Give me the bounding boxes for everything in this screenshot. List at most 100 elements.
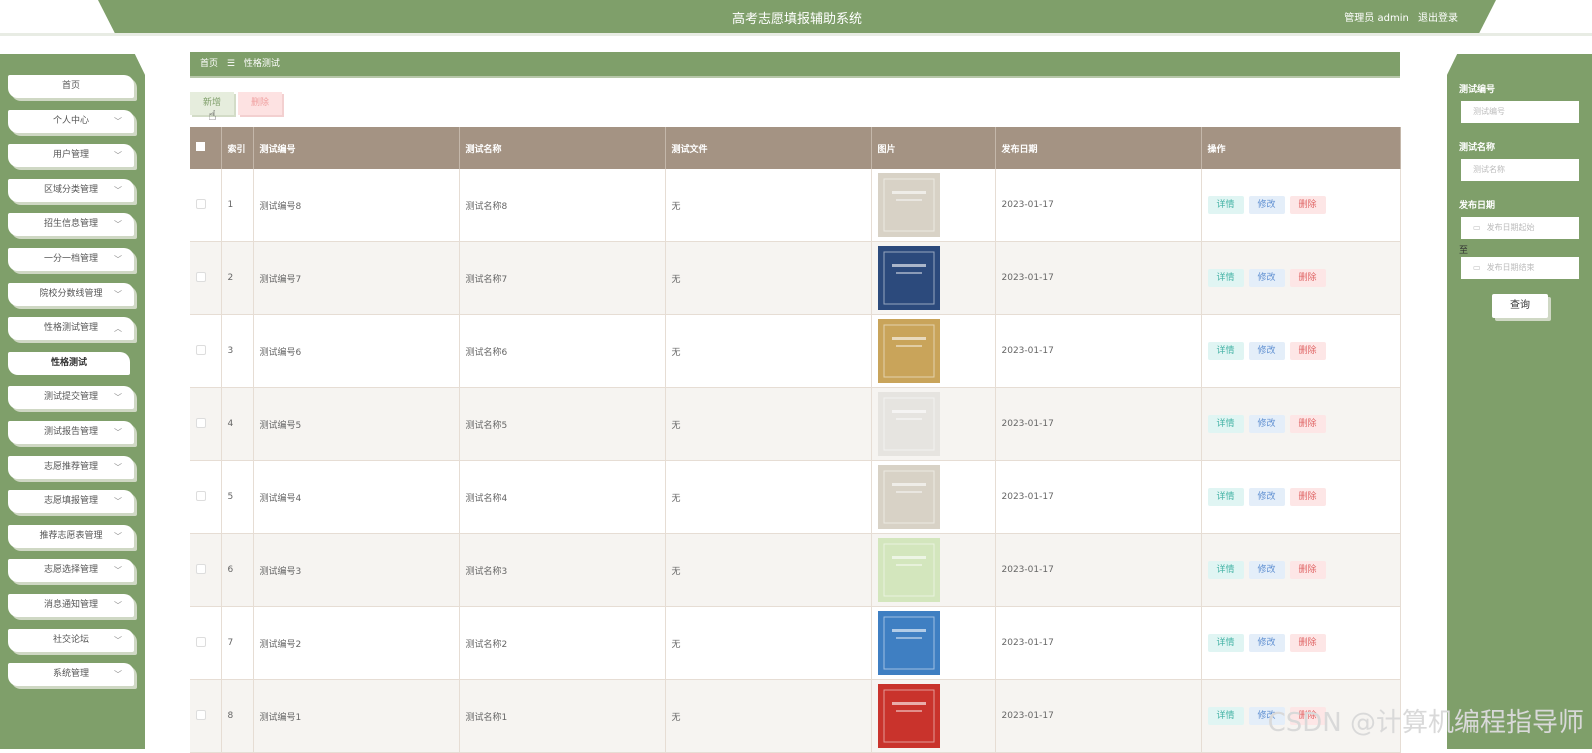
edit-button[interactable]: 修改 [1248,269,1285,287]
user-area: 管理员 admin 退出登录 [1338,9,1458,24]
sidebar-item[interactable]: 性格测试管理 ︿ [8,317,134,341]
breadcrumb-home[interactable]: 首页 [200,59,218,69]
col-test-no[interactable]: 测试编号 [253,127,460,169]
col-test-name[interactable]: 测试名称 [459,127,666,169]
delete-button[interactable]: 删除 [238,92,282,115]
book-cover-image[interactable] [877,246,940,310]
select-all-checkbox[interactable] [196,142,205,151]
row-test-name: 测试名称8 [459,169,666,242]
edit-button[interactable]: 修改 [1248,561,1285,579]
row-delete-button[interactable]: 删除 [1289,634,1326,652]
table-row: 4 测试编号5 测试名称5 无 2023-01-17 详情 修改 删除 [190,387,1401,461]
detail-button[interactable]: 详情 [1207,634,1244,652]
chevron-down-icon: ﹀ [114,462,122,472]
sidebar-item-label: 首页 [61,81,80,91]
row-select-cell[interactable] [190,241,222,315]
row-checkbox[interactable] [196,271,206,282]
sidebar: 首页 个人中心 ﹀ 用户管理 ﹀ 区域分类管理 ﹀ 招生信息管理 ﹀ 一分一档管理 ﹀ 院校分数线管理… [0,54,145,749]
sidebar-item[interactable]: 院校分数线管理 ﹀ [8,282,134,306]
detail-button[interactable]: 详情 [1207,196,1244,214]
sidebar-item[interactable]: 招生信息管理 ﹀ [8,213,134,237]
sidebar-item[interactable]: 测试提交管理 ﹀ [8,386,134,410]
sidebar-item[interactable]: 志愿填报管理 ﹀ [8,490,134,514]
row-select-cell[interactable] [190,314,222,388]
query-button[interactable]: 查询 [1492,294,1548,318]
col-test-file: 测试文件 [665,127,872,169]
row-select-cell[interactable] [190,679,222,753]
sidebar-item[interactable]: 测试报告管理 ﹀ [8,421,134,444]
book-cover-image[interactable] [877,173,940,237]
detail-button[interactable]: 详情 [1207,415,1244,433]
row-delete-button[interactable]: 删除 [1289,415,1326,433]
detail-button[interactable]: 详情 [1207,488,1244,506]
row-delete-button[interactable]: 删除 [1289,342,1326,360]
sidebar-item[interactable]: 一分一档管理 ﹀ [8,248,134,271]
date-start-input[interactable]: ▭ 发布日期起始 [1461,217,1579,239]
sidebar-item[interactable]: 区域分类管理 ﹀ [8,178,134,202]
chevron-down-icon: ﹀ [114,393,122,403]
book-cover-image[interactable] [877,465,940,529]
detail-button[interactable]: 详情 [1207,561,1244,579]
sidebar-item[interactable]: 用户管理 ﹀ [8,144,134,168]
edit-button[interactable]: 修改 [1248,342,1285,360]
row-checkbox[interactable] [196,198,206,209]
chevron-down-icon: ﹀ [114,601,122,610]
book-cover-image[interactable] [877,319,940,383]
select-all-cell[interactable] [190,127,222,169]
sidebar-item[interactable]: 志愿选择管理 ﹀ [8,559,134,583]
table-header-row: 索引 测试编号 测试名称 测试文件 图片 发布日期 操作 [190,127,1401,169]
book-cover-image[interactable] [877,538,940,602]
date-end-input[interactable]: ▭ 发布日期结束 [1461,257,1579,279]
edit-button[interactable]: 修改 [1248,488,1285,506]
row-test-file: 无 [665,169,872,242]
sidebar-item[interactable]: 志愿推荐管理 ﹀ [8,455,134,479]
row-checkbox[interactable] [196,636,206,647]
row-checkbox[interactable] [196,417,206,428]
row-checkbox[interactable] [196,709,206,720]
test-name-input[interactable]: 测试名称 [1461,159,1579,181]
row-delete-button[interactable]: 删除 [1289,561,1326,579]
header-underline [0,33,1592,36]
row-test-name: 测试名称4 [459,460,666,534]
row-publish-date: 2023-01-17 [995,533,1202,607]
row-delete-button[interactable]: 删除 [1289,196,1326,214]
detail-button[interactable]: 详情 [1207,269,1244,287]
row-checkbox[interactable] [196,490,206,501]
sidebar-item-label: 消息通知管理 [43,600,98,610]
sidebar-item[interactable]: 首页 [8,75,134,98]
sidebar-item[interactable]: 社交论坛 ﹀ [8,628,134,652]
row-select-cell[interactable] [190,533,222,607]
sidebar-item-label: 个人中心 [52,115,89,126]
row-test-file: 无 [665,533,872,607]
book-cover-image[interactable] [877,684,940,748]
col-publish-date[interactable]: 发布日期 [995,127,1202,169]
row-delete-button[interactable]: 删除 [1289,269,1326,287]
sidebar-item[interactable]: 消息通知管理 ﹀ [8,594,134,617]
detail-button[interactable]: 详情 [1207,342,1244,360]
row-checkbox[interactable] [196,563,206,574]
row-select-cell[interactable] [190,387,222,461]
edit-button[interactable]: 修改 [1248,196,1285,214]
breadcrumb-separator-icon: ☰ [226,59,235,69]
table-row: 2 测试编号7 测试名称7 无 2023-01-17 详情 修改 删除 [190,241,1401,315]
book-cover-image[interactable] [877,611,940,675]
sidebar-item[interactable]: 系统管理 ﹀ [8,663,134,687]
row-index: 3 [221,314,254,388]
chevron-down-icon: ﹀ [114,497,122,507]
row-select-cell[interactable] [190,606,222,680]
logout-link[interactable]: 退出登录 [1418,13,1458,24]
sidebar-item[interactable]: 个人中心 ﹀ [8,109,134,133]
row-checkbox[interactable] [196,344,206,355]
detail-button[interactable]: 详情 [1207,707,1244,725]
row-select-cell[interactable] [190,460,222,534]
book-cover-image[interactable] [877,392,940,456]
test-no-input[interactable]: 测试编号 [1461,101,1579,123]
edit-button[interactable]: 修改 [1248,634,1285,652]
row-select-cell[interactable] [190,169,222,242]
row-delete-button[interactable]: 删除 [1289,488,1326,506]
sidebar-item-label: 用户管理 [52,150,89,161]
sidebar-item[interactable]: 推荐志愿表管理 ﹀ [8,524,134,548]
sidebar-item[interactable]: 性格测试 [8,351,130,375]
row-index: 6 [221,533,254,607]
edit-button[interactable]: 修改 [1248,415,1285,433]
